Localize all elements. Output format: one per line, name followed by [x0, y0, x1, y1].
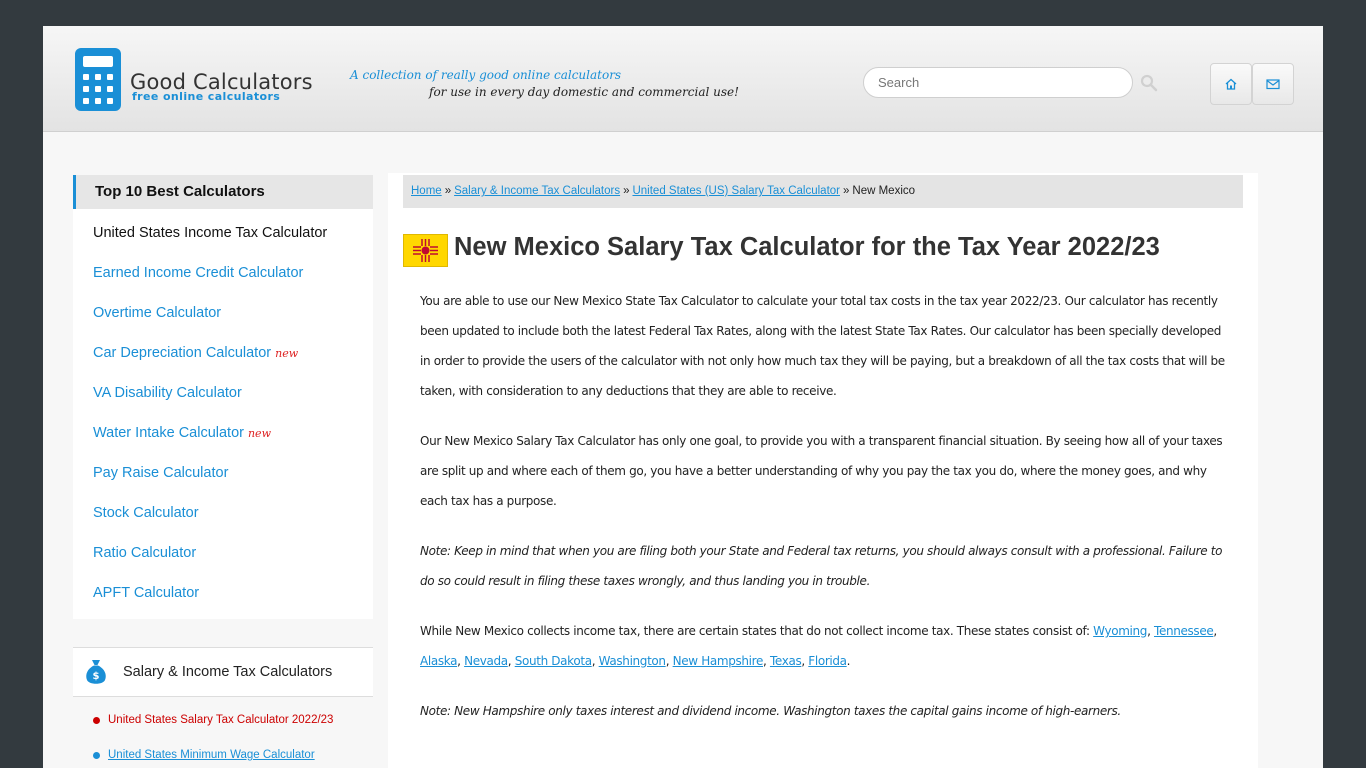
comma: ,: [507, 654, 515, 668]
period: .: [846, 654, 851, 668]
money-bag-icon: $: [86, 660, 106, 684]
new-badge: new: [247, 427, 271, 440]
top10-item[interactable]: Stock Calculator: [73, 493, 373, 533]
top10-item[interactable]: Overtime Calculator: [73, 293, 373, 333]
new-mexico-flag-icon: [403, 234, 448, 267]
new-badge: new: [275, 347, 299, 360]
top10-item-label: VA Disability Calculator: [93, 385, 242, 401]
main-content: Home» Salary & Income Tax Calculators» Uni…: [388, 173, 1258, 768]
bullet-dot: [93, 717, 100, 724]
comma: ,: [1213, 624, 1217, 638]
logo-key: [83, 86, 89, 92]
site-header: Good Calculators free online calculators…: [43, 26, 1323, 132]
note-new-hampshire: Note: New Hampshire only taxes interest …: [420, 704, 1121, 718]
top10-item[interactable]: United States Income Tax Calculator: [73, 213, 373, 253]
state-link-texas[interactable]: Texas: [770, 654, 802, 668]
bullet-dot: [93, 752, 100, 759]
top10-item-label: Water Intake Calculator: [93, 425, 244, 441]
logo-key: [107, 86, 113, 92]
state-link-florida[interactable]: Florida: [808, 654, 847, 668]
note-professional: Note: Keep in mind that when you are fil…: [420, 544, 1223, 588]
breadcrumb-sep: »: [623, 185, 630, 197]
comma: ,: [1147, 624, 1154, 638]
logo-key: [95, 74, 101, 80]
comma: ,: [763, 654, 770, 668]
breadcrumb-sep: »: [843, 185, 850, 197]
paragraph-no-tax-states: While New Mexico collects income tax, th…: [420, 616, 1230, 676]
logo-subtitle: free online calculators: [132, 90, 281, 103]
top10-item[interactable]: Earned Income Credit Calculator: [73, 253, 373, 293]
state-link-nevada[interactable]: Nevada: [464, 654, 508, 668]
logo-key: [95, 86, 101, 92]
state-link-washington[interactable]: Washington: [599, 654, 666, 668]
top10-item[interactable]: Ratio Calculator: [73, 533, 373, 573]
logo-key: [83, 98, 89, 104]
category-item-label: United States Minimum Wage Calculator: [108, 749, 315, 761]
breadcrumb-current: New Mexico: [852, 185, 916, 197]
search-input[interactable]: [863, 67, 1133, 98]
category-item-us-salary-tax[interactable]: United States Salary Tax Calculator 2022…: [73, 709, 373, 744]
top10-item[interactable]: APFT Calculator: [73, 573, 373, 613]
page: Good Calculators free online calculators…: [43, 26, 1323, 768]
breadcrumb-sep: »: [444, 185, 452, 197]
state-link-new-hampshire[interactable]: New Hampshire: [673, 654, 764, 668]
top10-list: United States Income Tax Calculator Earne…: [73, 209, 373, 619]
state-link-south-dakota[interactable]: South Dakota: [515, 654, 592, 668]
search-icon[interactable]: [1140, 74, 1158, 92]
no-tax-states-intro: While New Mexico collects income tax, th…: [420, 624, 1090, 638]
top10-item-label: Pay Raise Calculator: [93, 465, 229, 481]
top10-box: Top 10 Best Calculators United States In…: [73, 175, 373, 619]
breadcrumb-salary-tax[interactable]: Salary & Income Tax Calculators: [454, 185, 620, 197]
logo-screen: [83, 56, 113, 67]
top10-item-label: Overtime Calculator: [93, 305, 222, 321]
comma: ,: [665, 654, 673, 668]
top10-item[interactable]: Pay Raise Calculator: [73, 453, 373, 493]
top10-item-label: Earned Income Credit Calculator: [93, 265, 304, 281]
tagline-line1: A collection of really good online calcu…: [350, 68, 622, 82]
logo-key: [83, 74, 89, 80]
breadcrumb-home[interactable]: Home: [411, 185, 442, 197]
article-body: You are able to use our New Mexico State…: [420, 286, 1230, 746]
logo-key: [95, 98, 101, 104]
sidebar: Top 10 Best Calculators United States In…: [73, 175, 373, 768]
top10-item[interactable]: Water Intake Calculator new: [73, 413, 373, 453]
paragraph-intro: You are able to use our New Mexico State…: [420, 294, 1225, 398]
calculator-logo-icon[interactable]: [75, 48, 121, 111]
contact-button[interactable]: [1252, 63, 1294, 105]
category-header[interactable]: $ Salary & Income Tax Calculators: [73, 647, 373, 697]
category-title: Salary & Income Tax Calculators: [123, 664, 333, 680]
top10-item-label: Ratio Calculator: [93, 545, 197, 561]
top10-item[interactable]: VA Disability Calculator: [73, 373, 373, 413]
comma: ,: [591, 654, 599, 668]
paragraph-goal: Our New Mexico Salary Tax Calculator has…: [420, 434, 1223, 508]
state-link-alaska[interactable]: Alaska: [420, 654, 457, 668]
category-item-min-wage[interactable]: United States Minimum Wage Calculator: [73, 744, 373, 768]
breadcrumb: Home» Salary & Income Tax Calculators» Uni…: [403, 175, 1243, 208]
state-link-tennessee[interactable]: Tennessee: [1154, 624, 1214, 638]
breadcrumb-us-salary-tax[interactable]: United States (US) Salary Tax Calculator: [632, 185, 840, 197]
home-icon: [1225, 78, 1237, 90]
tagline-line2: for use in every day domestic and commer…: [429, 85, 739, 99]
category-list: United States Salary Tax Calculator 2022…: [73, 697, 373, 768]
top10-item-label: APFT Calculator: [93, 585, 200, 601]
top10-item-label: Stock Calculator: [93, 505, 199, 521]
category-item-label: United States Salary Tax Calculator 2022…: [108, 714, 334, 726]
top10-title: Top 10 Best Calculators: [73, 175, 373, 209]
state-link-wyoming[interactable]: Wyoming: [1093, 624, 1147, 638]
top10-item-label: United States Income Tax Calculator: [93, 225, 328, 241]
home-button[interactable]: [1210, 63, 1252, 105]
logo-key: [107, 74, 113, 80]
top10-item[interactable]: Car Depreciation Calculator new: [73, 333, 373, 373]
mail-icon: [1266, 79, 1280, 90]
logo-key: [107, 98, 113, 104]
page-title: New Mexico Salary Tax Calculator for the…: [454, 233, 1160, 261]
top10-item-label: Car Depreciation Calculator: [93, 345, 272, 361]
svg-text:$: $: [93, 671, 100, 682]
